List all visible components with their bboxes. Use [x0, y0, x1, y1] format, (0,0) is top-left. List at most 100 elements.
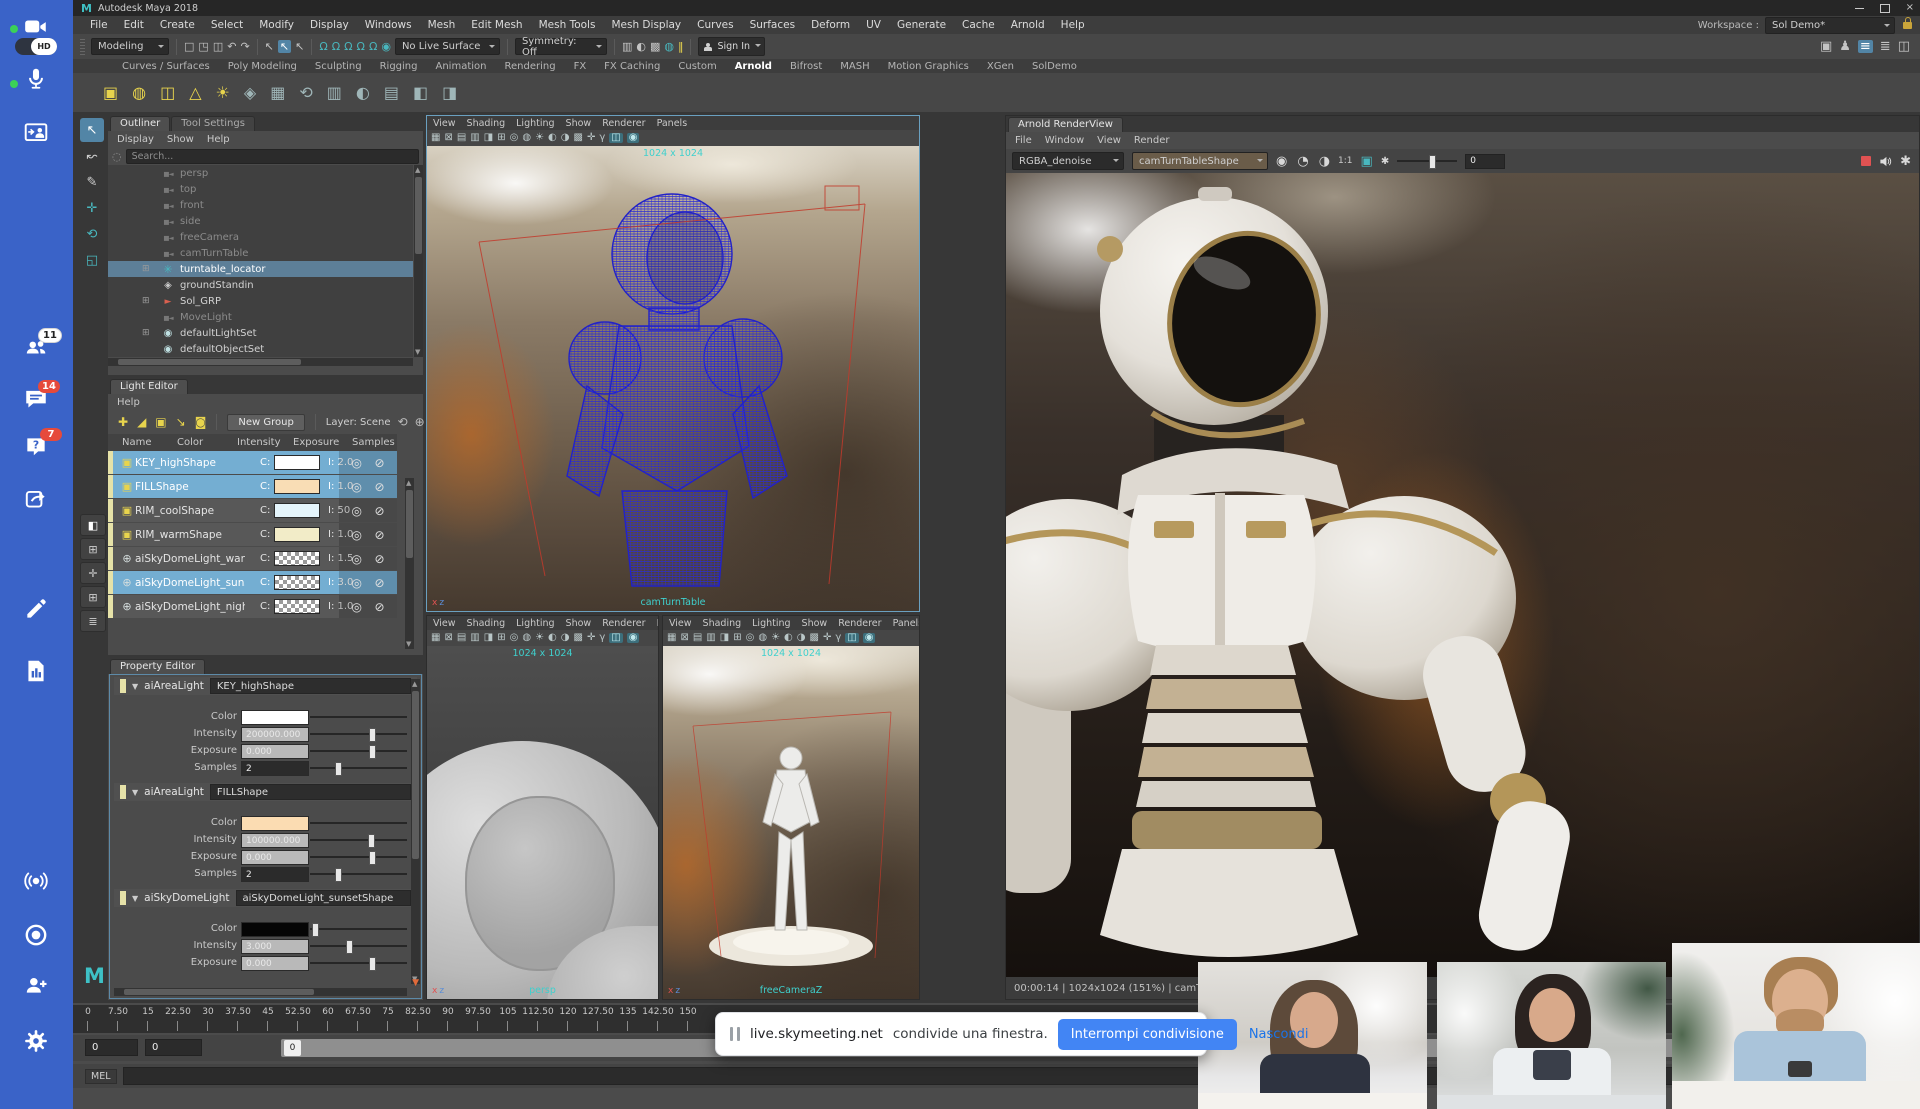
shelf-icon[interactable] [270, 85, 285, 101]
column-exposure[interactable]: Exposure [293, 437, 339, 448]
menu-item[interactable]: Mesh Tools [531, 19, 604, 31]
viewport-icon[interactable] [444, 633, 452, 643]
viewport-icon[interactable] [835, 633, 841, 643]
create-light-icon[interactable] [137, 416, 146, 428]
viewport-icon[interactable] [599, 633, 605, 643]
render-settings-icon[interactable]: ✱ [1900, 154, 1911, 169]
hide-button[interactable]: Nascondi [1247, 1027, 1311, 1042]
snap-icon[interactable] [357, 41, 365, 52]
shelf-tab[interactable]: Animation [427, 61, 496, 72]
viewport-icon[interactable] [535, 633, 544, 643]
layout-button[interactable] [80, 586, 106, 608]
property-editor-vscrollbar[interactable] [411, 679, 420, 984]
shelf-tab[interactable]: Sculpting [306, 61, 371, 72]
exposure-slider[interactable] [310, 962, 407, 964]
viewport-menu-item[interactable]: Renderer [602, 118, 645, 129]
intensity-slider[interactable] [310, 945, 407, 947]
color-swatch[interactable] [241, 922, 309, 937]
stats-button[interactable] [23, 658, 49, 684]
shelf-icon[interactable] [216, 85, 230, 101]
menu-item[interactable]: UV [858, 19, 889, 31]
shelf-tab[interactable]: Poly Modeling [219, 61, 306, 72]
light-color-swatch[interactable] [274, 455, 320, 470]
shelf-tab[interactable]: Curves / Surfaces [113, 61, 219, 72]
broadcast-button[interactable] [23, 868, 49, 894]
tab-outliner[interactable]: Outliner [110, 116, 170, 131]
renderview-icon[interactable] [1297, 155, 1308, 168]
settings-button[interactable] [23, 1028, 49, 1054]
annotate-button[interactable] [23, 596, 49, 622]
column-intensity[interactable]: Intensity [237, 437, 281, 448]
mute-icon[interactable]: ⊘ [374, 553, 384, 565]
render-icon[interactable] [622, 41, 632, 52]
render-camera-select[interactable]: camTurnTableShape [1132, 152, 1268, 170]
column-color[interactable]: Color [177, 437, 203, 448]
outliner-search-input[interactable]: Search... [126, 149, 419, 164]
outliner-item[interactable]: camTurnTable [108, 245, 413, 261]
outliner-item[interactable]: freeCamera [108, 229, 413, 245]
filter-icon[interactable]: ◌ [112, 151, 122, 162]
tab-light-editor[interactable]: Light Editor [110, 379, 188, 394]
layout-button[interactable] [80, 514, 106, 536]
exposure-field[interactable]: 0.000 [241, 850, 309, 865]
viewport-icon[interactable] [522, 633, 531, 643]
layer-label[interactable]: Layer: Scene [326, 417, 391, 428]
tool-button[interactable] [80, 144, 104, 168]
menu-item[interactable]: File [82, 19, 116, 31]
menu-item[interactable]: Curves [689, 19, 741, 31]
samples-slider[interactable] [310, 767, 407, 769]
shelf-tab[interactable]: MASH [831, 61, 878, 72]
outliner-item[interactable]: top [108, 181, 413, 197]
range-handle[interactable]: 0 [284, 1040, 301, 1056]
viewport-icon[interactable] [746, 633, 755, 643]
shelf-icon[interactable] [384, 85, 399, 101]
viewport-icon[interactable] [680, 633, 688, 643]
shelf-icon[interactable] [356, 85, 370, 101]
tool-button[interactable] [80, 248, 104, 272]
viewport-icon[interactable] [470, 133, 479, 143]
renderview-menu-item[interactable]: Window [1045, 135, 1084, 146]
live-surface-field[interactable]: No Live Surface [395, 38, 500, 55]
zoom-ratio-button[interactable]: 1:1 [1338, 156, 1352, 166]
light-row[interactable]: aiSkyDomeLight_sunsetShape C: I: 3.0 ◎ ⊘ [108, 571, 397, 594]
outliner-item[interactable]: side [108, 213, 413, 229]
outliner-item[interactable]: defaultLightSet [108, 325, 413, 341]
menu-item[interactable]: Modify [251, 19, 302, 31]
viewport-icon[interactable] [627, 633, 640, 643]
viewport-menu-item[interactable]: Shading [703, 618, 742, 629]
tool-button[interactable] [80, 170, 104, 194]
outliner-menu-item[interactable]: Display [117, 134, 154, 145]
light-row[interactable]: aiSkyDomeLight_nightShape C: I: 1.0 ◎ ⊘ [108, 595, 397, 618]
viewport-menu-item[interactable]: Shading [467, 118, 506, 129]
shelf-tab[interactable]: Rendering [495, 61, 564, 72]
viewport-icon[interactable] [574, 633, 583, 643]
refresh-icon[interactable]: ⟲ [398, 416, 408, 428]
outliner-menu-item[interactable]: Show [167, 134, 194, 145]
tool-button[interactable] [80, 222, 104, 246]
snap-icon[interactable] [319, 41, 327, 52]
viewport-icon[interactable] [431, 633, 440, 643]
close-button[interactable]: × [1906, 3, 1914, 13]
viewport-icon[interactable] [733, 633, 741, 643]
menu-item[interactable]: Deform [803, 19, 858, 31]
shelf-icon[interactable] [413, 85, 428, 101]
viewport-icon[interactable] [609, 633, 622, 643]
light-color-swatch[interactable] [274, 503, 320, 518]
viewport-icon[interactable] [470, 633, 479, 643]
column-samples[interactable]: Samples [352, 437, 395, 448]
render-icon[interactable] [650, 41, 660, 52]
menu-item[interactable]: Edit Mesh [463, 19, 530, 31]
record-button[interactable] [23, 922, 49, 948]
viewport-icon[interactable] [810, 633, 819, 643]
view-toggle-icon[interactable] [1898, 40, 1910, 53]
viewport-icon[interactable] [457, 133, 466, 143]
viewport-icon[interactable] [863, 633, 876, 643]
shelf-icon[interactable] [327, 85, 342, 101]
viewport-menu-item[interactable]: Lighting [752, 618, 790, 629]
mel-label[interactable]: MEL [85, 1069, 117, 1084]
shelf-tab[interactable]: FX [565, 61, 596, 72]
light-row[interactable]: RIM_coolShape C: I: 50 ◎ ⊘ [108, 499, 397, 522]
shelf-tab[interactable]: Bifrost [781, 61, 831, 72]
viewport-icon[interactable] [627, 133, 640, 143]
viewport-icon[interactable] [587, 133, 595, 143]
